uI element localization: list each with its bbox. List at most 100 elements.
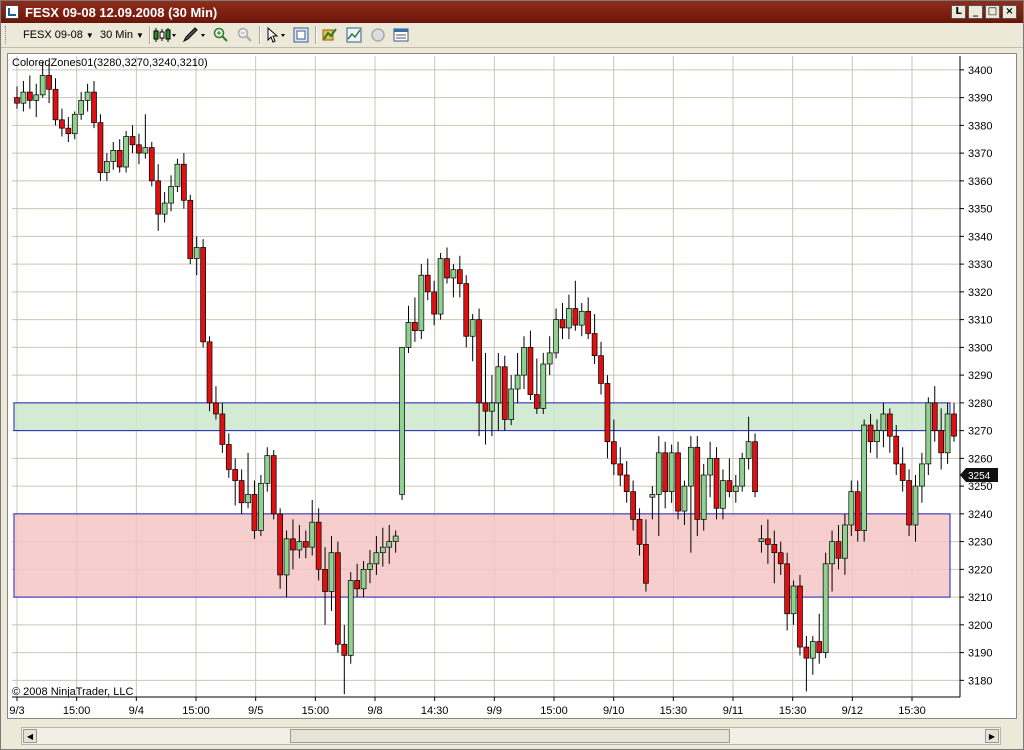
candle (33, 83, 40, 118)
down-candle-body (591, 333, 598, 357)
up-candle-body (168, 186, 174, 204)
indicator-label: ColoredZones01(3280,3270,3240,3210) (12, 57, 208, 69)
candle (919, 452, 925, 503)
up-candle-body (469, 319, 476, 337)
down-candle-body (315, 521, 322, 570)
title-bar[interactable]: FESX 09-08 12.09.2008 (30 Min) L _ □ × (1, 1, 1023, 23)
down-candle-body (886, 413, 893, 437)
price-tick-label: 3250 (968, 481, 992, 493)
down-candle-body (91, 91, 97, 123)
horizontal-scrollbar[interactable]: ◀ ▶ (21, 727, 1001, 745)
down-candle-body (232, 469, 239, 481)
down-candle-body (803, 646, 810, 659)
time-tick-label: 9/9 (487, 705, 502, 717)
link-button[interactable]: L (951, 5, 966, 19)
strategies-button[interactable] (346, 27, 362, 43)
candle (309, 499, 316, 556)
up-candle-body (405, 322, 412, 348)
minimize-button[interactable]: _ (968, 5, 983, 19)
up-candle-body (732, 485, 739, 493)
chart-toolbar: FESX 09-08 ▼ 30 Min ▼ (1, 23, 1023, 48)
candle (559, 302, 566, 340)
reload-button[interactable] (370, 27, 386, 43)
data-box-button[interactable] (293, 27, 309, 43)
strategy-chart-icon (346, 27, 362, 43)
up-candle-body (264, 455, 271, 484)
time-tick-label: 9/10 (603, 705, 624, 717)
up-candle-body (521, 347, 527, 376)
time-tick-label: 9/12 (842, 705, 863, 717)
up-candle-body (379, 546, 386, 554)
up-candle-body (553, 319, 559, 354)
scroll-right-icon[interactable]: ▶ (985, 729, 999, 743)
down-candle-body (59, 119, 65, 129)
down-candle-body (290, 538, 296, 551)
down-candle-body (784, 563, 790, 615)
down-candle-body (46, 75, 52, 90)
up-candle-body (78, 100, 85, 115)
down-candle-body (835, 541, 842, 559)
instrument-selector[interactable]: FESX 09-08 ▼ (23, 27, 94, 43)
price-axis[interactable]: 3180 3190 3200 3210 3220 3230 3240 3250 3260 3270… (959, 56, 992, 697)
down-candle-body (335, 552, 341, 645)
up-candle-body (309, 521, 316, 548)
up-candle-body (919, 463, 925, 487)
properties-button[interactable] (393, 27, 409, 43)
up-candle-body (142, 147, 149, 154)
close-button[interactable]: × (1002, 5, 1017, 19)
time-axis[interactable]: 9/3 15:00 9/4 15:00 9/5 15:00 9/8 14:30 9/9 15:00… (9, 696, 960, 717)
up-candle-body (514, 374, 521, 390)
time-tick-label: 15:30 (898, 705, 926, 717)
down-candle-body (777, 552, 784, 565)
down-candle-body (354, 580, 360, 590)
down-candle-body (604, 383, 611, 443)
up-candle-body (745, 441, 752, 459)
interval-label: 30 Min (100, 29, 134, 41)
candle (797, 574, 803, 656)
zoom-in-button[interactable] (213, 27, 229, 43)
price-zone (13, 402, 951, 432)
up-candle-body (546, 352, 553, 365)
candle (617, 447, 624, 487)
candle (514, 352, 521, 403)
candle (232, 458, 239, 506)
interval-selector[interactable]: 30 Min ▼ (100, 27, 144, 43)
chart-panel[interactable]: 3180 3190 3200 3210 3220 3230 3240 3250 3260 3270… (7, 53, 1017, 719)
toolbar-separator (315, 26, 317, 44)
up-candle-body (245, 494, 251, 504)
price-tick-label: 3280 (968, 398, 992, 410)
indicators-button[interactable] (321, 27, 337, 43)
time-tick-label: 15:30 (660, 705, 688, 717)
up-candle-body (110, 149, 117, 162)
down-candle-body (617, 463, 624, 476)
up-candle-body (707, 458, 713, 476)
zoom-out-button[interactable] (237, 27, 253, 43)
candlestick-icon (153, 28, 176, 42)
chart-style-button[interactable] (153, 27, 176, 43)
price-tick-label: 3390 (968, 93, 992, 105)
drawing-tools-button[interactable] (182, 27, 205, 43)
maximize-button[interactable]: □ (985, 5, 1000, 19)
down-candle-body (412, 322, 418, 332)
down-candle-body (559, 319, 566, 329)
down-candle-body (675, 452, 681, 512)
candlestick-chart[interactable]: 3180 3190 3200 3210 3220 3230 3240 3250 3260 3270… (8, 54, 1016, 718)
down-candle-body (463, 283, 470, 337)
candle (790, 580, 797, 625)
down-candle-body (148, 147, 155, 182)
data-box-icon (293, 27, 309, 43)
scrollbar-thumb[interactable] (290, 729, 730, 743)
down-candle-body (630, 491, 636, 520)
scroll-left-icon[interactable]: ◀ (23, 729, 37, 743)
candle (444, 247, 450, 284)
time-tick-label: 9/8 (367, 705, 382, 717)
toolbar-grip[interactable] (5, 26, 9, 44)
down-candle-body (611, 441, 617, 465)
zoom-in-icon (213, 27, 228, 42)
indicators-icon (322, 28, 337, 41)
pointer-tool-button[interactable] (265, 26, 285, 43)
time-tick-label: 15:00 (63, 705, 91, 717)
up-candle-body (822, 563, 829, 653)
up-candle-body (861, 424, 868, 531)
up-candle-body (123, 136, 129, 168)
